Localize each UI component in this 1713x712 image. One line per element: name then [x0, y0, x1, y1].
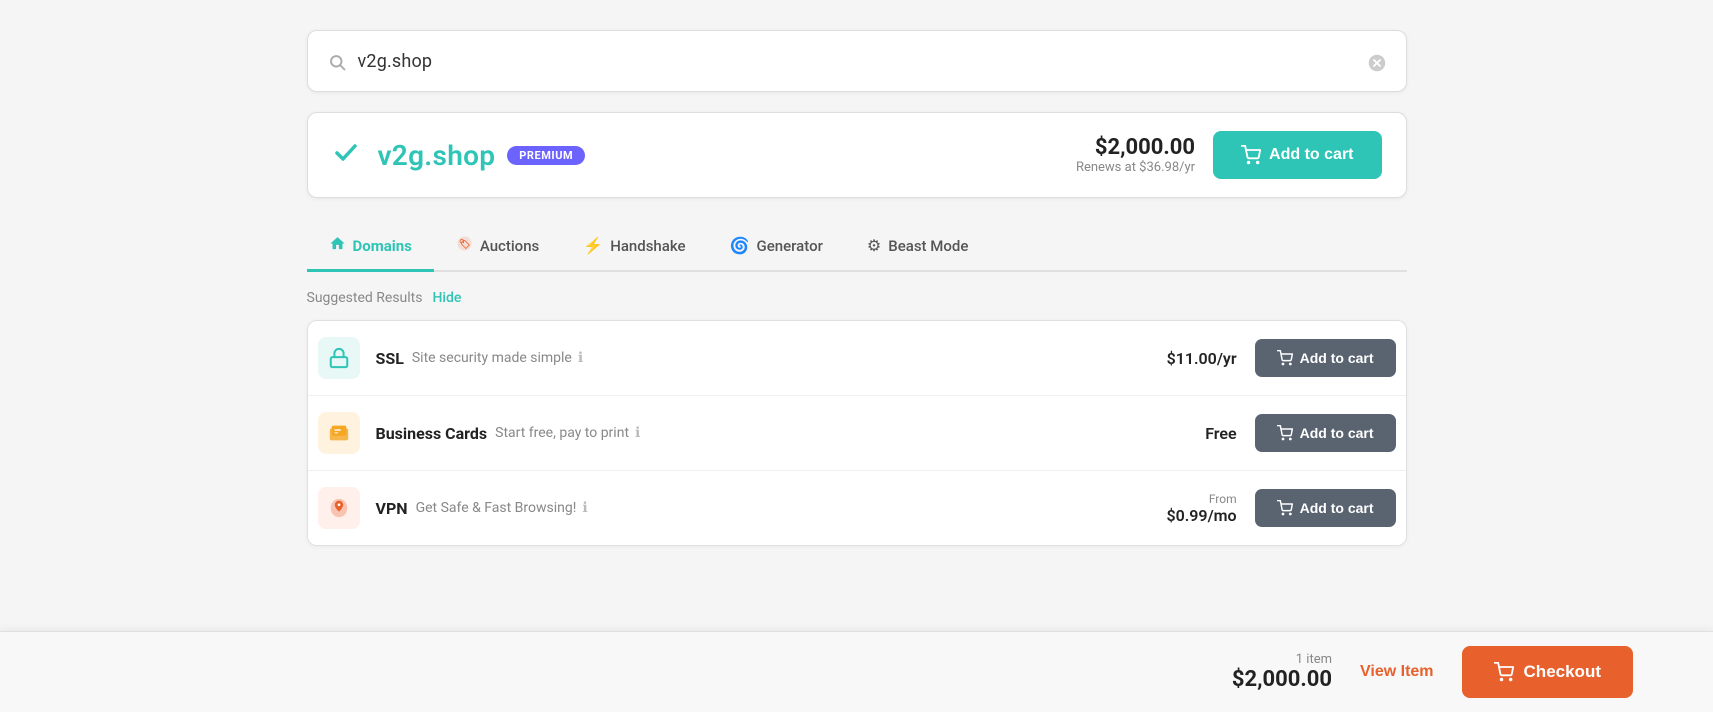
- main-container: v2g.shop v2g.shop PREMIUM $2,000.00 Rene…: [307, 30, 1407, 546]
- ssl-add-to-cart-label: Add to cart: [1300, 350, 1374, 366]
- suggestion-row-vpn: VPN Get Safe & Fast Browsing! ℹ From $0.…: [308, 471, 1406, 545]
- tab-handshake[interactable]: ⚡ Handshake: [561, 222, 707, 272]
- domain-price: $2,000.00: [1076, 135, 1195, 160]
- bottom-total-price: $2,000.00: [1232, 667, 1332, 692]
- business-cards-icon: [318, 412, 360, 454]
- tabs-row: Domains 🏷 Auctions ⚡ Handshake 🌀 Generat…: [307, 222, 1407, 272]
- business-cards-add-to-cart-label: Add to cart: [1300, 425, 1374, 441]
- vpn-add-to-cart-label: Add to cart: [1300, 500, 1374, 516]
- suggestions-box: SSL Site security made simple ℹ $11.00/y…: [307, 320, 1407, 546]
- vpn-price-section: From $0.99/mo: [1166, 492, 1236, 525]
- handshake-icon: ⚡: [583, 236, 603, 255]
- search-icon: [328, 51, 346, 72]
- vpn-price: $0.99/mo: [1166, 506, 1236, 525]
- ssl-info-icon[interactable]: ℹ: [578, 350, 583, 366]
- business-cards-add-to-cart-button[interactable]: Add to cart: [1255, 414, 1396, 452]
- vpn-desc: Get Safe & Fast Browsing!: [416, 500, 577, 516]
- tab-beast-mode-label: Beast Mode: [888, 237, 968, 255]
- search-clear-button[interactable]: [1368, 49, 1386, 73]
- tab-auctions[interactable]: 🏷 Auctions: [434, 222, 561, 272]
- tab-generator-label: Generator: [757, 237, 823, 255]
- ssl-desc: Site security made simple: [412, 350, 572, 366]
- vpn-icon: [318, 487, 360, 529]
- business-cards-title: Business Cards: [376, 424, 488, 443]
- domain-add-to-cart-button[interactable]: Add to cart: [1213, 131, 1381, 179]
- domain-price-section: $2,000.00 Renews at $36.98/yr: [1076, 135, 1195, 175]
- check-icon: [332, 138, 360, 173]
- business-cards-price: Free: [1205, 424, 1236, 443]
- tab-handshake-label: Handshake: [610, 237, 685, 255]
- bottom-bar: 1 item $2,000.00 View Item Checkout: [0, 631, 1713, 712]
- domain-result-row: v2g.shop PREMIUM $2,000.00 Renews at $36…: [307, 112, 1407, 198]
- suggestion-row-ssl: SSL Site security made simple ℹ $11.00/y…: [308, 321, 1406, 396]
- vpn-info-icon[interactable]: ℹ: [582, 500, 587, 516]
- suggestion-row-business-cards: Business Cards Start free, pay to print …: [308, 396, 1406, 471]
- suggested-results-header: Suggested Results Hide: [307, 290, 1407, 306]
- hide-button[interactable]: Hide: [432, 290, 461, 306]
- tab-generator[interactable]: 🌀 Generator: [708, 222, 845, 272]
- search-input-display[interactable]: v2g.shop: [358, 51, 1368, 72]
- bottom-totals: 1 item $2,000.00: [1232, 652, 1332, 692]
- ssl-title: SSL: [376, 349, 404, 368]
- checkout-label: Checkout: [1524, 662, 1601, 682]
- tab-beast-mode[interactable]: ⚙ Beast Mode: [845, 222, 991, 272]
- domain-name: v2g.shop: [378, 139, 496, 172]
- bottom-item-count: 1 item: [1232, 652, 1332, 667]
- ssl-price: $11.00/yr: [1167, 349, 1237, 368]
- view-item-button[interactable]: View Item: [1352, 663, 1442, 681]
- beast-mode-icon: ⚙: [867, 236, 881, 255]
- ssl-icon: [318, 337, 360, 379]
- business-cards-desc: Start free, pay to print: [495, 425, 629, 441]
- vpn-price-from: From: [1166, 492, 1236, 506]
- home-icon: [329, 235, 346, 256]
- business-cards-info-icon[interactable]: ℹ: [635, 425, 640, 441]
- ssl-add-to-cart-button[interactable]: Add to cart: [1255, 339, 1396, 377]
- suggested-label: Suggested Results: [307, 290, 423, 306]
- svg-text:🏷: 🏷: [459, 238, 471, 250]
- generator-icon: 🌀: [730, 236, 750, 255]
- vpn-add-to-cart-button[interactable]: Add to cart: [1255, 489, 1396, 527]
- premium-badge: PREMIUM: [507, 146, 585, 165]
- ssl-price-section: $11.00/yr: [1167, 349, 1237, 368]
- tab-auctions-label: Auctions: [480, 237, 539, 255]
- domain-renews: Renews at $36.98/yr: [1076, 160, 1195, 175]
- tab-domains[interactable]: Domains: [307, 222, 434, 272]
- tab-domains-label: Domains: [353, 237, 412, 255]
- auction-icon: 🏷: [456, 235, 473, 256]
- search-box: v2g.shop: [307, 30, 1407, 92]
- domain-add-to-cart-label: Add to cart: [1269, 146, 1353, 164]
- business-cards-price-section: Free: [1205, 424, 1236, 443]
- checkout-button[interactable]: Checkout: [1462, 646, 1633, 698]
- vpn-title: VPN: [376, 499, 408, 518]
